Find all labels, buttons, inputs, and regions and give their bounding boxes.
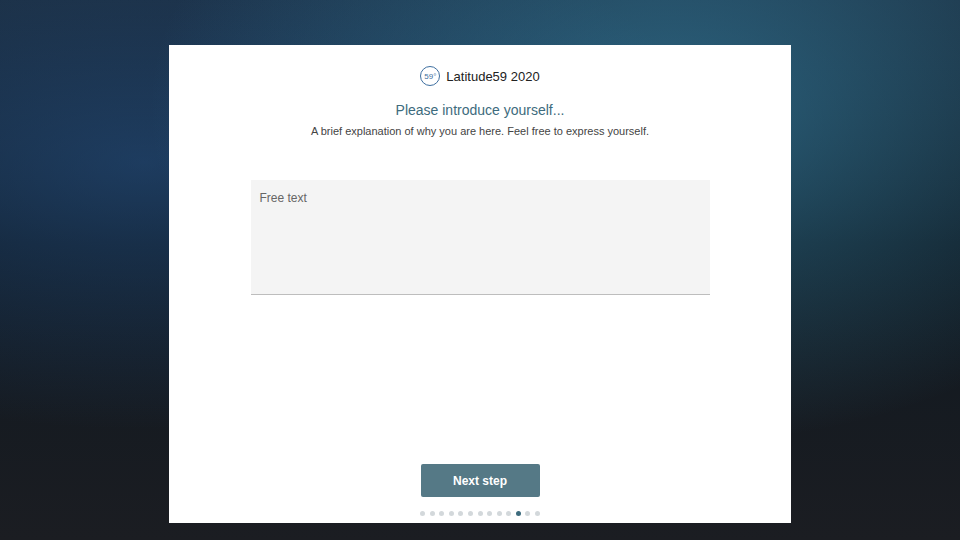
step-dot bbox=[449, 511, 454, 516]
logo-icon: 59° bbox=[420, 66, 440, 86]
step-dot bbox=[525, 511, 530, 516]
logo: 59° Latitude59 2020 bbox=[420, 65, 539, 87]
step-dot bbox=[487, 511, 492, 516]
form-heading: Please introduce yourself... bbox=[396, 101, 565, 119]
next-step-button[interactable]: Next step bbox=[421, 464, 540, 497]
step-dot bbox=[458, 511, 463, 516]
form-subheading: A brief explanation of why you are here.… bbox=[311, 124, 649, 138]
step-dot bbox=[439, 511, 444, 516]
form-card: 59° Latitude59 2020 Please introduce yours… bbox=[169, 45, 791, 523]
step-indicator bbox=[420, 511, 540, 516]
step-dot bbox=[468, 511, 473, 516]
background-photo: 59° Latitude59 2020 Please introduce yours… bbox=[0, 0, 960, 540]
step-dot bbox=[506, 511, 511, 516]
step-dot bbox=[420, 511, 425, 516]
step-dot bbox=[535, 511, 540, 516]
intro-textarea[interactable] bbox=[251, 180, 710, 295]
step-dot bbox=[516, 511, 521, 516]
logo-name: Latitude59 2020 bbox=[446, 69, 539, 84]
step-dot bbox=[497, 511, 502, 516]
step-dot bbox=[478, 511, 483, 516]
step-dot bbox=[430, 511, 435, 516]
